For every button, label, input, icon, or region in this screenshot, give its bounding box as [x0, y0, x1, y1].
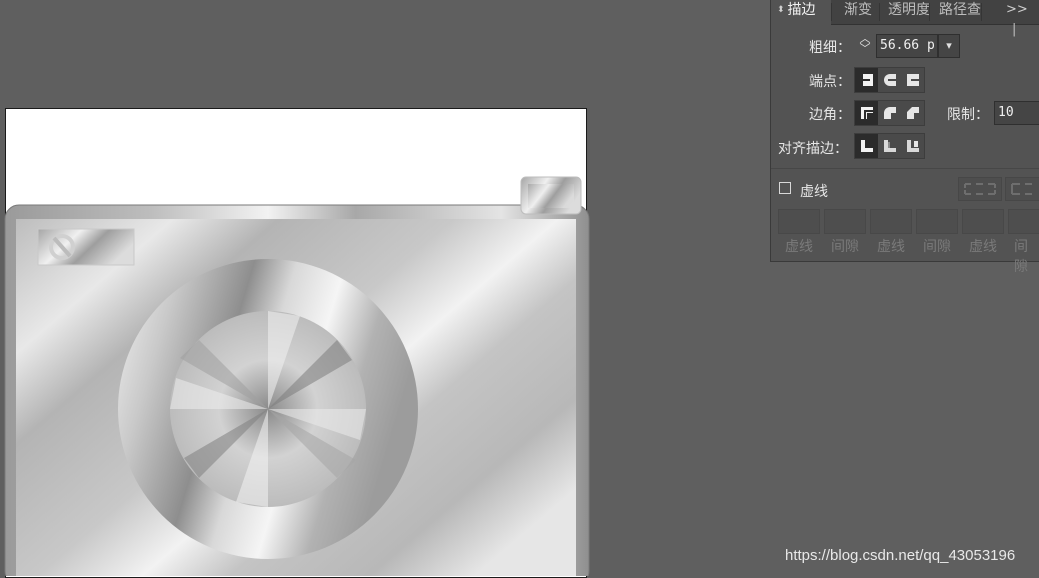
align-center-icon [860, 140, 873, 152]
gap-label-2: 间隙 [923, 239, 951, 255]
dashed-line-label: 虚线 [800, 184, 828, 200]
align-inside-icon [883, 140, 896, 152]
collapse-icon: >> [1006, 2, 1028, 17]
dash-field-3[interactable] [962, 209, 1004, 234]
round-join-icon [883, 107, 896, 119]
projecting-cap-icon [906, 74, 920, 86]
weight-input[interactable]: 56.66 p [876, 34, 938, 58]
tab-pathfinder[interactable]: 路径查 [931, 0, 981, 24]
cap-label: 端点： [809, 74, 851, 90]
cap-button-group [854, 67, 925, 93]
preserve-dash-button[interactable] [958, 177, 1002, 201]
align-outside-button[interactable] [901, 134, 924, 158]
dash-field-2[interactable] [870, 209, 912, 234]
dash-label-3: 虚线 [969, 239, 997, 255]
shutter-button-top [528, 184, 574, 208]
bevel-join-button[interactable] [901, 101, 924, 125]
weight-stepper[interactable]: ︿ ﹀ [855, 33, 875, 58]
align-dash-corners-icon [1011, 183, 1032, 195]
tab-transparency-label: 透明度 [888, 2, 929, 18]
round-cap-icon [883, 74, 897, 86]
dash-field-1[interactable] [778, 209, 820, 234]
lens-radial-sheen [170, 311, 366, 507]
align-dash-corners-button[interactable] [1005, 177, 1039, 201]
tab-pathfinder-label: 路径查 [939, 2, 981, 18]
miter-join-icon [860, 107, 873, 119]
tab-gradient-label: 渐变 [844, 2, 872, 18]
miter-join-button[interactable] [855, 101, 878, 125]
dashed-line-checkbox[interactable] [779, 182, 791, 194]
tab-gradient[interactable]: 渐变 [835, 0, 877, 24]
align-center-button[interactable] [855, 134, 878, 158]
panel-collapse-button[interactable]: >> | [1006, 0, 1039, 37]
butt-cap-icon [859, 74, 873, 86]
align-stroke-label: 对齐描边： [778, 141, 848, 157]
limit-label: 限制： [947, 107, 989, 123]
panel-tab-bar: ⬍ 描边 渐变 透明度 路径查 >> | [771, 0, 1039, 37]
watermark-url: https://blog.csdn.net/qq_43053196 [785, 547, 1016, 564]
gap-label-1: 间隙 [831, 239, 859, 255]
gap-field-3[interactable] [1008, 209, 1039, 234]
gap-field-1[interactable] [824, 209, 866, 234]
tab-stroke[interactable]: ⬍ 描边 [771, 0, 831, 25]
panel-divider [771, 168, 1039, 169]
gap-label-3: 间隙 [1014, 239, 1028, 275]
chevron-down-icon: ▾ [946, 39, 952, 52]
weight-dropdown-button[interactable]: ▾ [938, 34, 960, 58]
round-join-button[interactable] [878, 101, 901, 125]
corner-label: 边角： [809, 107, 851, 123]
align-inside-button[interactable] [878, 134, 901, 158]
tab-stroke-label: 描边 [787, 2, 816, 18]
align-outside-icon [906, 140, 919, 152]
chevron-down-icon[interactable]: ﹀ [855, 43, 875, 54]
panel-menu-icon[interactable]: | [1012, 22, 1016, 37]
projecting-cap-button[interactable] [901, 68, 924, 92]
align-stroke-button-group [854, 133, 925, 159]
dash-label-1: 虚线 [785, 239, 813, 255]
weight-label: 粗细： [809, 40, 851, 56]
bevel-join-icon [906, 107, 919, 119]
corner-button-group [854, 100, 925, 126]
gap-field-2[interactable] [916, 209, 958, 234]
preserve-dash-icon [964, 183, 996, 195]
stroke-panel: ⬍ 描边 渐变 透明度 路径查 >> | 粗细： ︿ ﹀ 56.66 p ▾ 端点… [770, 0, 1039, 275]
dash-label-2: 虚线 [877, 239, 905, 255]
panel-options-icon[interactable]: ⬍ [777, 5, 785, 15]
tab-transparency[interactable]: 透明度 [881, 0, 929, 24]
limit-input[interactable]: 10 [994, 101, 1039, 125]
round-cap-button[interactable] [878, 68, 901, 92]
butt-cap-button[interactable] [855, 68, 878, 92]
